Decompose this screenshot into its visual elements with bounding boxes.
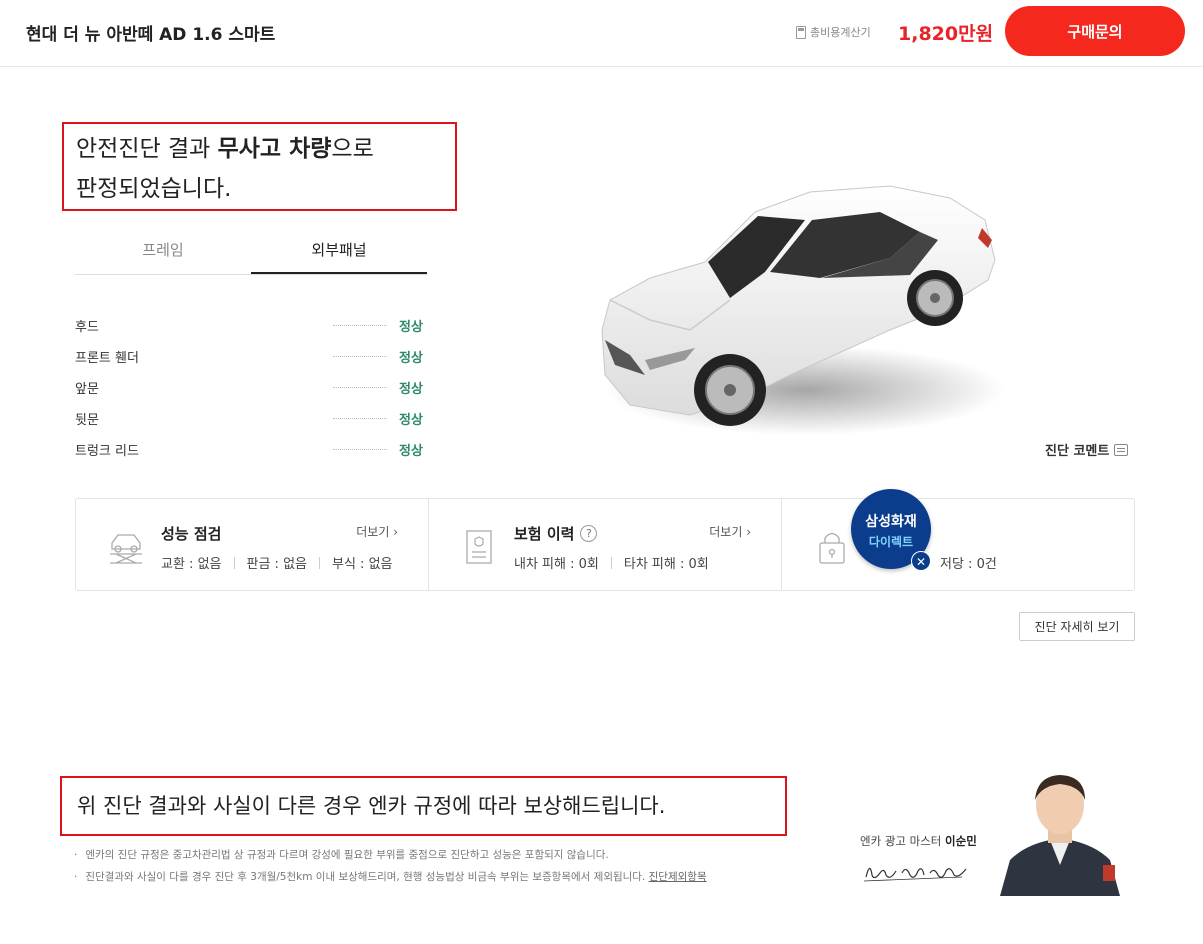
cost-calculator-link[interactable]: 총비용계산기 bbox=[796, 24, 871, 40]
own-damage-value: 내차 피해 : 0회 bbox=[514, 557, 599, 572]
panel-status: 정상 bbox=[399, 413, 423, 428]
list-item: 앞문 정상 bbox=[75, 372, 427, 403]
diagnosis-headline: 안전진단 결과 무사고 차량으로 판정되었습니다. bbox=[62, 122, 457, 211]
insurance-document-icon bbox=[466, 530, 492, 564]
tab-frame[interactable]: 프레임 bbox=[75, 228, 251, 274]
ad-master-label: 엔카 광고 마스터 이순민 bbox=[860, 833, 977, 849]
note-item: 엔카의 진단 규정은 중고차관리법 상 규정과 다르며 강성에 필요한 부위를 … bbox=[74, 848, 707, 870]
badge-line2: 다이렉트 bbox=[868, 535, 914, 549]
panel-status-list: 후드 정상 프론트 휀더 정상 앞문 정상 뒷문 정상 트렁크 리드 정상 bbox=[75, 310, 427, 465]
dotted-leader bbox=[333, 449, 387, 450]
mortgage-value: 저당 : 0건 bbox=[940, 557, 997, 572]
tab-exterior-panel[interactable]: 외부패널 bbox=[251, 228, 427, 274]
view-diagnosis-detail-button[interactable]: 진단 자세히 보기 bbox=[1019, 612, 1135, 641]
diagnosis-comment-link[interactable]: 진단 코멘트 bbox=[1045, 440, 1129, 459]
headline-line2: 판정되었습니다. bbox=[76, 176, 232, 202]
close-icon[interactable]: ✕ bbox=[911, 551, 931, 571]
divider bbox=[233, 556, 235, 569]
panel-status: 정상 bbox=[399, 382, 423, 397]
insurance-details: 내차 피해 : 0회 타차 피해 : 0회 bbox=[514, 553, 709, 572]
buy-inquiry-button[interactable]: 구매문의 bbox=[1005, 6, 1185, 56]
note-text: 진단결과와 사실이 다를 경우 진단 후 3개월/5천km 이내 보상해드리며,… bbox=[85, 871, 646, 883]
corrosion-value: 부식 : 없음 bbox=[332, 557, 393, 572]
comment-label: 진단 코멘트 bbox=[1045, 444, 1110, 459]
help-icon[interactable]: ? bbox=[580, 525, 598, 542]
ad-master-photo bbox=[1000, 775, 1120, 896]
signature-image bbox=[863, 867, 967, 882]
list-item: 프론트 휀더 정상 bbox=[75, 341, 427, 372]
divider bbox=[610, 556, 612, 569]
dotted-leader bbox=[333, 325, 387, 326]
exchange-value: 교환 : 없음 bbox=[161, 557, 222, 572]
master-name: 이순민 bbox=[945, 834, 977, 848]
car-name: 현대 더 뉴 아반떼 AD 1.6 스마트 bbox=[26, 25, 276, 45]
car-price: 1,820만원 bbox=[898, 23, 994, 45]
calculator-label: 총비용계산기 bbox=[810, 26, 871, 39]
lien-details: 저당 : 0건 bbox=[940, 553, 997, 572]
sheet-metal-value: 판금 : 없음 bbox=[246, 557, 308, 572]
headline-suffix: 으로 bbox=[331, 136, 374, 162]
panel-name: 트렁크 리드 bbox=[75, 444, 139, 459]
compensation-notice: 위 진단 결과와 사실이 다른 경우 엔카 규정에 따라 보상해드립니다. bbox=[60, 776, 787, 836]
insurance-card: 보험 이력 ? 더보기 내차 피해 : 0회 타차 피해 : 0회 bbox=[429, 499, 782, 590]
performance-details: 교환 : 없음 판금 : 없음 부식 : 없음 bbox=[161, 553, 393, 572]
list-item: 트렁크 리드 정상 bbox=[75, 434, 427, 465]
calculator-icon bbox=[796, 25, 806, 39]
excluded-items-link[interactable]: 진단제외항목 bbox=[649, 871, 707, 883]
dotted-leader bbox=[333, 356, 387, 357]
notes: 엔카의 진단 규정은 중고차관리법 상 규정과 다르며 강성에 필요한 부위를 … bbox=[74, 848, 707, 892]
panel-name: 프론트 휀더 bbox=[75, 351, 139, 366]
performance-more-link[interactable]: 더보기 bbox=[356, 523, 398, 540]
car-illustration bbox=[590, 180, 1010, 450]
other-damage-value: 타차 피해 : 0회 bbox=[623, 557, 709, 572]
badge-line1: 삼성화재 bbox=[865, 514, 917, 530]
panel-status: 정상 bbox=[399, 320, 423, 335]
diagnosis-tabs: 프레임 외부패널 bbox=[75, 228, 427, 275]
dotted-leader bbox=[333, 418, 387, 419]
headline-prefix: 안전진단 결과 bbox=[76, 136, 218, 162]
list-item: 뒷문 정상 bbox=[75, 403, 427, 434]
performance-title: 성능 점검 bbox=[161, 525, 222, 543]
list-item: 후드 정상 bbox=[75, 310, 427, 341]
insurance-title: 보험 이력 bbox=[514, 525, 575, 543]
summary-cards: 성능 점검 더보기 교환 : 없음 판금 : 없음 부식 : 없음 보험 이력 … bbox=[75, 498, 1135, 591]
panel-status: 정상 bbox=[399, 351, 423, 366]
comment-icon bbox=[1114, 443, 1129, 456]
note-item: 진단결과와 사실이 다를 경우 진단 후 3개월/5천km 이내 보상해드리며,… bbox=[74, 870, 707, 892]
divider bbox=[319, 556, 320, 569]
lien-card: 저당 : 0건 bbox=[782, 499, 1134, 590]
panel-name: 앞문 bbox=[75, 382, 99, 397]
top-bar: 현대 더 뉴 아반떼 AD 1.6 스마트 총비용계산기 1,820만원 구매문… bbox=[0, 0, 1203, 67]
car-lift-icon bbox=[110, 534, 142, 564]
insurance-title-wrap: 보험 이력 ? bbox=[514, 523, 598, 544]
headline-bold: 무사고 차량 bbox=[217, 136, 332, 162]
insurance-more-link[interactable]: 더보기 bbox=[709, 523, 751, 540]
panel-name: 뒷문 bbox=[75, 413, 99, 428]
note-text: 엔카의 진단 규정은 중고차관리법 상 규정과 다르며 강성에 필요한 부위를 … bbox=[85, 849, 609, 861]
lock-icon bbox=[819, 532, 845, 564]
panel-name: 후드 bbox=[75, 320, 99, 335]
dotted-leader bbox=[333, 387, 387, 388]
panel-status: 정상 bbox=[399, 444, 423, 459]
master-title: 엔카 광고 마스터 bbox=[860, 834, 946, 848]
performance-card: 성능 점검 더보기 교환 : 없음 판금 : 없음 부식 : 없음 bbox=[76, 499, 429, 590]
